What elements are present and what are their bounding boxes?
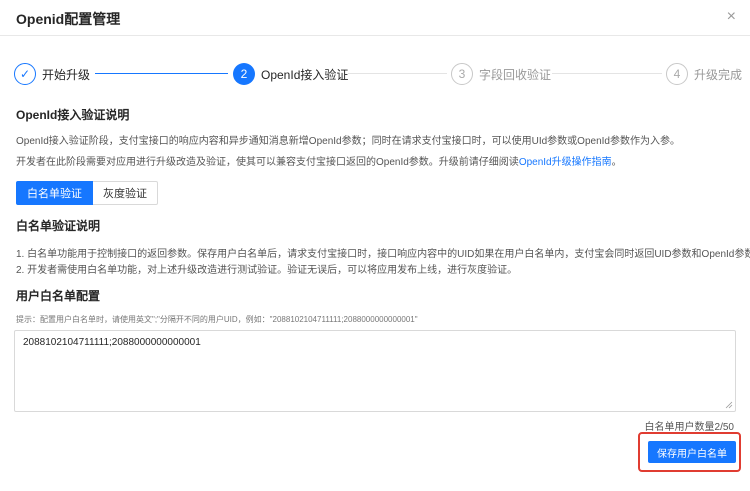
intro-line-1: OpenId接入验证阶段，支付宝接口的响应内容和异步通知消息新增OpenId参数… bbox=[16, 136, 680, 147]
whitelist-hint: 提示：配置用户白名单时，请使用英文";"分隔开不同的用户UID，例如："2088… bbox=[16, 315, 418, 324]
step-label: OpenId接入验证 bbox=[261, 67, 349, 82]
step-upgrade-complete: 4 升级完成 bbox=[666, 62, 742, 86]
step-field-recovery: 3 字段回收验证 bbox=[451, 62, 551, 86]
step-label: 字段回收验证 bbox=[479, 67, 552, 82]
verification-tabs: 白名单验证 灰度验证 bbox=[16, 181, 158, 205]
intro-line-2: 开发者在此阶段需要对应用进行升级改造及验证，使其可以兼容支付宝接口返回的Open… bbox=[16, 153, 622, 168]
tab-gray-verification[interactable]: 灰度验证 bbox=[93, 181, 158, 205]
whitelist-desc-item-1: 1. 白名单功能用于控制接口的返回参数。保存用户白名单后，请求支付宝接口时，接口… bbox=[16, 249, 750, 260]
intro-line-2-text: 开发者在此阶段需要对应用进行升级改造及验证，使其可以兼容支付宝接口返回的Open… bbox=[16, 157, 519, 168]
step-label: 开始升级 bbox=[42, 67, 91, 82]
resize-handle-icon[interactable] bbox=[725, 401, 733, 409]
step-label: 升级完成 bbox=[694, 67, 743, 82]
step-openid-verification: 2 OpenId接入验证 bbox=[233, 62, 348, 86]
whitelist-desc-item-2: 2. 开发者需使用白名单功能，对上述升级改造进行测试验证。验证无误后，可以将应用… bbox=[16, 265, 518, 276]
step-connector bbox=[95, 73, 228, 74]
tab-whitelist-verification[interactable]: 白名单验证 bbox=[16, 181, 93, 205]
dialog-title: Openid配置管理 bbox=[16, 11, 121, 27]
save-whitelist-button[interactable]: 保存用户白名单 bbox=[648, 441, 736, 463]
step-start-upgrade: ✓ 开始升级 bbox=[14, 62, 90, 86]
step-number: 3 bbox=[451, 63, 473, 85]
intro-line-2-end: 。 bbox=[611, 157, 622, 168]
step-number: 4 bbox=[666, 63, 688, 85]
upgrade-guide-link[interactable]: OpenId升级操作指南 bbox=[519, 157, 612, 168]
step-number: 2 bbox=[233, 63, 255, 85]
step-connector bbox=[348, 73, 447, 74]
whitelist-config-heading: 用户白名单配置 bbox=[16, 289, 101, 303]
dialog-header: Openid配置管理 × bbox=[0, 0, 750, 36]
whitelist-textarea-box: 2088102104711111;2088000000000001 bbox=[14, 330, 736, 412]
whitelist-desc-heading: 白名单验证说明 bbox=[16, 219, 101, 233]
whitelist-user-count: 白名单用户数量2/50 bbox=[644, 422, 734, 433]
progress-steps: ✓ 开始升级 2 OpenId接入验证 3 字段回收验证 4 升级完成 bbox=[14, 62, 742, 88]
whitelist-uid-input[interactable]: 2088102104711111;2088000000000001 bbox=[15, 331, 735, 411]
close-icon[interactable]: × bbox=[727, 8, 736, 26]
step-connector bbox=[552, 73, 662, 74]
intro-heading: OpenId接入验证说明 bbox=[16, 108, 130, 122]
check-icon: ✓ bbox=[14, 63, 36, 85]
